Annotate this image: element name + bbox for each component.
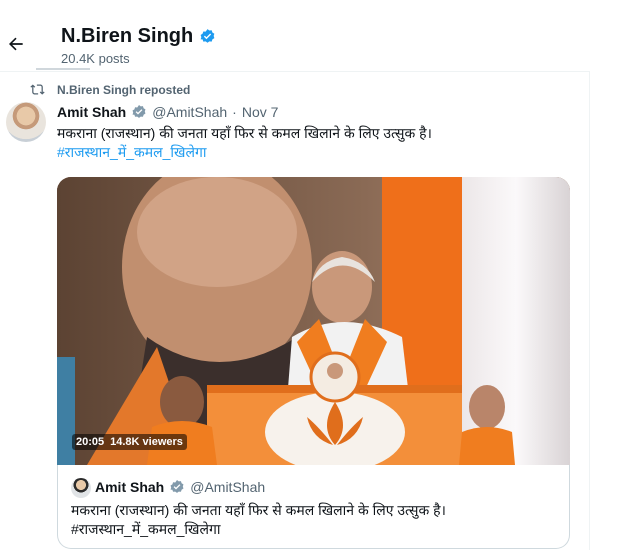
quoted-post-card[interactable]: Amit Shah @AmitShah मकराना (राजस्थान) की… <box>57 465 570 549</box>
quoted-author-name: Amit Shah <box>95 479 165 495</box>
post-date[interactable]: Nov 7 <box>242 104 279 120</box>
video-media[interactable] <box>57 177 570 465</box>
repost-indicator[interactable]: N.Biren Singh reposted <box>30 82 190 97</box>
post-body: मकराना (राजस्थान) की जनता यहाँ फिर से कम… <box>57 125 432 141</box>
profile-name-row: N.Biren Singh <box>61 25 216 48</box>
separator-dot: · <box>232 104 237 120</box>
quoted-author-avatar <box>71 478 91 498</box>
video-viewers: 14.8K viewers <box>110 436 183 448</box>
video-frame <box>57 177 570 465</box>
author-handle[interactable]: @AmitShah <box>152 104 227 120</box>
repost-label: N.Biren Singh reposted <box>57 82 191 97</box>
quoted-author-handle: @AmitShah <box>190 479 266 495</box>
quoted-author-row: Amit Shah @AmitShah <box>95 479 265 495</box>
verified-badge-icon <box>200 29 215 43</box>
gray-verified-badge-icon <box>132 105 146 118</box>
quoted-post-text: मकराना (राजस्थान) की जनता यहाँ फिर से कम… <box>71 501 561 539</box>
video-duration: 20:05 <box>76 436 105 448</box>
repost-icon <box>30 84 45 95</box>
profile-header: N.Biren Singh 20.4K posts <box>0 0 642 70</box>
author-name[interactable]: Amit Shah <box>57 104 126 120</box>
post-author-row: Amit Shah @AmitShah · Nov 7 <box>57 104 278 120</box>
header-underline <box>36 68 90 70</box>
post-text: मकराना (राजस्थान) की जनता यहाँ फिर से कम… <box>57 124 577 162</box>
quoted-post-body: मकराना (राजस्थान) की जनता यहाँ फिर से कम… <box>71 502 446 518</box>
column-border <box>589 72 590 550</box>
header-divider <box>0 71 590 72</box>
author-avatar[interactable] <box>6 102 46 142</box>
back-arrow-icon[interactable] <box>6 34 26 54</box>
quoted-gray-verified-badge-icon <box>170 480 184 493</box>
post-hashtag[interactable]: #राजस्थान_में_कमल_खिलेगा <box>57 143 577 162</box>
quoted-post-hashtag: #राजस्थान_में_कमल_खिलेगा <box>71 521 221 537</box>
post-count: 20.4K posts <box>61 51 130 66</box>
profile-name: N.Biren Singh <box>61 25 194 47</box>
video-stats: 20:05 14.8K viewers <box>72 434 187 450</box>
